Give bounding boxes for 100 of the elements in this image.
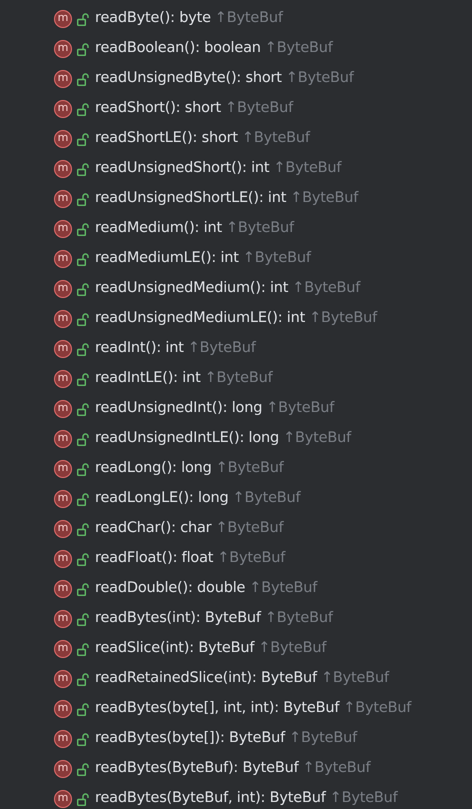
inherited-from-label: ↑ByteBuf xyxy=(283,429,351,448)
method-signature[interactable]: readUnsignedMediumLE(): int xyxy=(95,308,306,330)
method-icon: m xyxy=(54,340,72,358)
method-icon: m xyxy=(54,430,72,448)
unlocked-padlock-icon xyxy=(77,282,89,296)
inherited-from-label: ↑ByteBuf xyxy=(343,699,412,718)
inherited-from-label: ↑ByteBuf xyxy=(188,339,256,358)
method-signature[interactable]: readUnsignedInt(): long xyxy=(95,398,262,420)
method-icon: m xyxy=(54,460,72,478)
method-signature[interactable]: readUnsignedShortLE(): int xyxy=(95,188,286,210)
method-signature[interactable]: readChar(): char xyxy=(95,518,212,540)
unlocked-padlock-icon xyxy=(77,672,89,686)
unlocked-padlock-icon xyxy=(77,402,89,416)
method-signature[interactable]: readFloat(): float xyxy=(95,548,214,570)
method-icon: m xyxy=(54,760,72,778)
unlocked-padlock-icon xyxy=(77,552,89,566)
method-signature[interactable]: readShortLE(): short xyxy=(95,128,238,150)
inherited-from-label: ↑ByteBuf xyxy=(225,99,293,118)
unlocked-padlock-icon xyxy=(77,312,89,326)
inherited-from-label: ↑ByteBuf xyxy=(320,669,389,688)
method-icon: m xyxy=(54,610,72,628)
inherited-from-label: ↑ByteBuf xyxy=(216,459,284,478)
unlocked-padlock-icon xyxy=(77,732,89,746)
unlocked-padlock-icon xyxy=(77,72,89,86)
inherited-from-label: ↑ByteBuf xyxy=(266,399,334,418)
inherited-from-label: ↑ByteBuf xyxy=(214,9,283,28)
method-signature[interactable]: readIntLE(): int xyxy=(95,368,201,390)
unlocked-padlock-icon xyxy=(77,612,89,626)
method-signature[interactable]: readLong(): long xyxy=(95,458,212,480)
inherited-from-label: ↑ByteBuf xyxy=(273,159,342,178)
unlocked-padlock-icon xyxy=(77,762,89,776)
unlocked-padlock-icon xyxy=(77,342,89,356)
unlocked-padlock-icon xyxy=(77,192,89,206)
inherited-from-label: ↑ByteBuf xyxy=(204,369,272,388)
method-signature[interactable]: readBytes(ByteBuf): ByteBuf xyxy=(95,758,299,780)
inherited-from-label: ↑ByteBuf xyxy=(290,189,358,208)
method-icon: m xyxy=(54,220,72,238)
method-icon: m xyxy=(54,550,72,568)
method-icon: m xyxy=(54,250,72,268)
method-icon: m xyxy=(54,160,72,178)
inherited-from-label: ↑ByteBuf xyxy=(302,759,370,778)
method-signature[interactable]: readUnsignedIntLE(): long xyxy=(95,428,280,450)
inherited-from-label: ↑ByteBuf xyxy=(215,519,284,538)
method-icon: m xyxy=(54,130,72,148)
unlocked-padlock-icon xyxy=(77,372,89,386)
unlocked-padlock-icon xyxy=(77,12,89,26)
unlocked-padlock-icon xyxy=(77,222,89,236)
inherited-from-label: ↑ByteBuf xyxy=(309,309,378,328)
inherited-from-label: ↑ByteBuf xyxy=(226,219,294,238)
method-signature[interactable]: readUnsignedByte(): short xyxy=(95,68,282,90)
method-icon: m xyxy=(54,310,72,328)
unlocked-padlock-icon xyxy=(77,42,89,56)
inherited-from-label: ↑ByteBuf xyxy=(217,549,286,568)
inherited-from-label: ↑ByteBuf xyxy=(286,69,354,88)
unlocked-padlock-icon xyxy=(77,162,89,176)
method-signature[interactable]: readBytes(byte[], int, int): ByteBuf xyxy=(95,698,340,720)
unlocked-padlock-icon xyxy=(77,582,89,596)
method-icon: m xyxy=(54,190,72,208)
inherited-from-label: ↑ByteBuf xyxy=(232,489,300,508)
unlocked-padlock-icon xyxy=(77,432,89,446)
method-icon: m xyxy=(54,520,72,538)
method-icon: m xyxy=(54,40,72,58)
method-signature[interactable]: readUnsignedMedium(): int xyxy=(95,278,288,300)
method-signature[interactable]: readLongLE(): long xyxy=(95,488,228,510)
unlocked-padlock-icon xyxy=(77,522,89,536)
inherited-from-label: ↑ByteBuf xyxy=(289,729,357,748)
unlocked-padlock-icon xyxy=(77,102,89,116)
unlocked-padlock-icon xyxy=(77,492,89,506)
method-icon: m xyxy=(54,280,72,298)
inherited-from-label: ↑ByteBuf xyxy=(242,249,311,268)
method-icon: m xyxy=(54,640,72,658)
method-signature[interactable]: readByte(): byte xyxy=(95,8,211,30)
method-signature[interactable]: readBytes(byte[]): ByteBuf xyxy=(95,728,286,750)
method-signature[interactable]: readBytes(int): ByteBuf xyxy=(95,608,261,630)
method-signature[interactable]: readDouble(): double xyxy=(95,578,246,600)
method-icon: m xyxy=(54,400,72,418)
unlocked-padlock-icon xyxy=(77,792,89,806)
inherited-from-label: ↑ByteBuf xyxy=(249,579,318,598)
unlocked-padlock-icon xyxy=(77,462,89,476)
method-icon: m xyxy=(54,370,72,388)
method-icon: m xyxy=(54,670,72,688)
method-icon: m xyxy=(54,730,72,748)
method-signature[interactable]: readRetainedSlice(int): ByteBuf xyxy=(95,668,317,690)
method-icon: m xyxy=(54,490,72,508)
inherited-from-label: ↑ByteBuf xyxy=(242,129,310,148)
inherited-from-label: ↑ByteBuf xyxy=(258,639,326,658)
method-icon: m xyxy=(54,10,72,28)
method-signature[interactable]: readSlice(int): ByteBuf xyxy=(95,638,254,660)
method-signature[interactable]: readMedium(): int xyxy=(95,218,222,240)
inherited-from-label: ↑ByteBuf xyxy=(330,789,398,808)
method-icon: m xyxy=(54,790,72,808)
method-signature[interactable]: readInt(): int xyxy=(95,338,184,360)
method-signature[interactable]: readShort(): short xyxy=(95,98,222,120)
method-icon: m xyxy=(54,580,72,598)
method-icon: m xyxy=(54,100,72,118)
method-signature[interactable]: readMediumLE(): int xyxy=(95,248,239,270)
method-signature[interactable]: readUnsignedShort(): int xyxy=(95,158,270,180)
method-signature[interactable]: readBoolean(): boolean xyxy=(95,38,261,60)
unlocked-padlock-icon xyxy=(77,642,89,656)
method-signature[interactable]: readBytes(ByteBuf, int): ByteBuf xyxy=(95,788,326,809)
